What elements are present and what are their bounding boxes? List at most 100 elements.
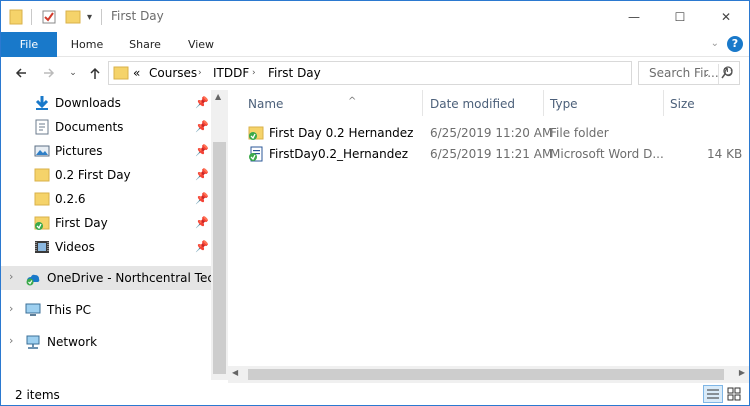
sidebar-item-documents[interactable]: Documents 📌	[1, 115, 211, 139]
search-input[interactable]: Search Fir...	[649, 66, 719, 80]
videos-icon	[35, 241, 49, 253]
details-view-icon	[707, 389, 719, 399]
chevron-right-icon[interactable]: ›	[9, 334, 13, 347]
scrollbar-thumb[interactable]	[248, 369, 724, 380]
sidebar-item-videos[interactable]: Videos 📌	[1, 235, 211, 259]
column-header-type[interactable]: Type	[550, 90, 660, 118]
pin-icon[interactable]: 📌	[195, 144, 209, 157]
recent-locations-button[interactable]: ⌄	[63, 63, 83, 83]
sidebar-item-label: This PC	[47, 303, 91, 317]
sidebar-item-pictures[interactable]: Pictures 📌	[1, 139, 211, 163]
item-count: 2 items	[15, 388, 60, 402]
column-divider[interactable]	[422, 90, 423, 116]
tab-share[interactable]: Share	[119, 32, 171, 57]
large-icons-view-button[interactable]	[725, 385, 745, 403]
pin-icon[interactable]: 📌	[195, 120, 209, 133]
close-button[interactable]: ✕	[703, 1, 749, 32]
sidebar-item-label: Downloads	[55, 96, 121, 110]
sidebar-item-0.2.6[interactable]: 0.2.6 📌	[1, 187, 211, 211]
search-box[interactable]: Search Fir...	[638, 61, 740, 85]
file-name: First Day 0.2 Hernandez	[269, 126, 414, 140]
scrollbar-thumb[interactable]	[213, 142, 226, 374]
file-date: 6/25/2019 11:20 AM	[430, 126, 553, 140]
sidebar-item-label: Pictures	[55, 144, 103, 158]
sidebar-item-network[interactable]: › Network	[1, 330, 211, 354]
breadcrumb-first-day[interactable]: First Day	[268, 66, 321, 80]
pin-icon[interactable]: 📌	[195, 192, 209, 205]
download-icon	[35, 96, 49, 110]
new-folder-icon[interactable]	[65, 7, 81, 27]
pin-icon[interactable]: 📌	[195, 168, 209, 181]
forward-arrow-icon	[44, 68, 55, 78]
maximize-button[interactable]: ☐	[657, 1, 703, 32]
scroll-right-icon[interactable]: ▶	[739, 368, 745, 377]
tab-view[interactable]: View	[175, 32, 227, 57]
quick-access-dropdown-icon[interactable]: ▾	[87, 7, 92, 27]
word-doc-synced-icon	[249, 146, 263, 162]
tab-file[interactable]: File	[1, 32, 57, 57]
sidebar-item-label: OneDrive - Northcentral Techn	[47, 271, 211, 285]
tab-home[interactable]: Home	[61, 32, 113, 57]
column-divider[interactable]	[663, 90, 664, 116]
chevron-right-icon[interactable]: ›	[9, 270, 13, 283]
file-list: Name ^ Date modified Type Size First Day…	[228, 90, 749, 380]
sidebar-item-label: Network	[47, 335, 98, 349]
window-title: First Day	[111, 9, 164, 23]
sidebar-item-label: 0.2.6	[55, 192, 86, 206]
minimize-button[interactable]: —	[611, 1, 657, 32]
back-button[interactable]	[11, 63, 31, 83]
chevron-right-icon[interactable]: ›	[9, 302, 13, 315]
details-view-button[interactable]	[703, 385, 723, 403]
folder-icon	[113, 66, 129, 80]
folder-synced-icon	[34, 216, 50, 230]
minimize-icon: —	[628, 9, 640, 24]
breadcrumb-courses[interactable]: Courses	[149, 66, 197, 80]
file-date: 6/25/2019 11:21 AM	[430, 147, 553, 161]
sidebar-item-label: Documents	[55, 120, 124, 134]
breadcrumb-itddf[interactable]: ITDDF	[213, 66, 249, 80]
pin-icon[interactable]: 📌	[195, 96, 209, 109]
computer-icon	[25, 303, 41, 316]
horizontal-scrollbar[interactable]: ◀ ▶	[228, 366, 749, 383]
chevron-right-icon[interactable]: ›	[198, 68, 202, 78]
breadcrumb-overflow[interactable]: «	[133, 66, 140, 80]
properties-icon[interactable]	[41, 7, 57, 27]
sidebar-item-label: 0.2 First Day	[55, 168, 131, 182]
divider	[101, 9, 102, 25]
sidebar-item-onedrive[interactable]: › OneDrive - Northcentral Techn	[1, 266, 211, 290]
chevron-right-icon[interactable]: ›	[252, 68, 256, 78]
folder-synced-icon	[248, 126, 264, 140]
close-icon: ✕	[720, 9, 732, 24]
file-type: Microsoft Word D...	[550, 147, 664, 161]
network-icon	[26, 335, 40, 349]
pin-icon[interactable]: 📌	[195, 216, 209, 229]
title-bar: ▾ First Day — ☐ ✕	[1, 1, 749, 32]
maximize-icon: ☐	[674, 9, 686, 24]
address-bar[interactable]: « Courses › ITDDF › First Day ⌄ ↻	[108, 61, 734, 85]
sidebar-item-0.2-first-day[interactable]: 0.2 First Day 📌	[1, 163, 211, 187]
file-row[interactable]: FirstDay0.2_Hernandez 6/25/2019 11:21 AM…	[248, 143, 748, 165]
sidebar-item-this-pc[interactable]: › This PC	[1, 298, 211, 322]
scroll-left-icon[interactable]: ◀	[232, 368, 238, 377]
column-header-date[interactable]: Date modified	[430, 90, 545, 118]
sort-ascending-icon: ^	[348, 96, 357, 107]
navigation-scrollbar[interactable]: ▲	[211, 90, 228, 380]
up-button[interactable]	[85, 63, 105, 83]
column-header-size[interactable]: Size	[670, 90, 730, 118]
sidebar-item-downloads[interactable]: Downloads 📌	[1, 91, 211, 115]
pin-icon[interactable]: 📌	[195, 240, 209, 253]
sidebar-item-first-day[interactable]: First Day 📌	[1, 211, 211, 235]
expand-ribbon-icon[interactable]: ⌄	[711, 38, 719, 49]
up-arrow-icon	[90, 67, 100, 79]
forward-button[interactable]	[39, 63, 59, 83]
sidebar-item-label: First Day	[55, 216, 108, 230]
help-icon[interactable]: ?	[727, 36, 743, 52]
column-divider[interactable]	[543, 90, 544, 116]
file-row[interactable]: First Day 0.2 Hernandez 6/25/2019 11:20 …	[248, 122, 748, 144]
explorer-window: ▾ First Day — ☐ ✕ File Home Share View ⌄…	[0, 0, 750, 406]
scroll-up-icon[interactable]: ▲	[215, 92, 221, 101]
chevron-down-icon: ⌄	[69, 68, 77, 78]
column-header-name[interactable]: Name ^	[248, 90, 424, 118]
file-size: 14 KB	[707, 147, 743, 161]
sidebar-item-label: Videos	[55, 240, 95, 254]
